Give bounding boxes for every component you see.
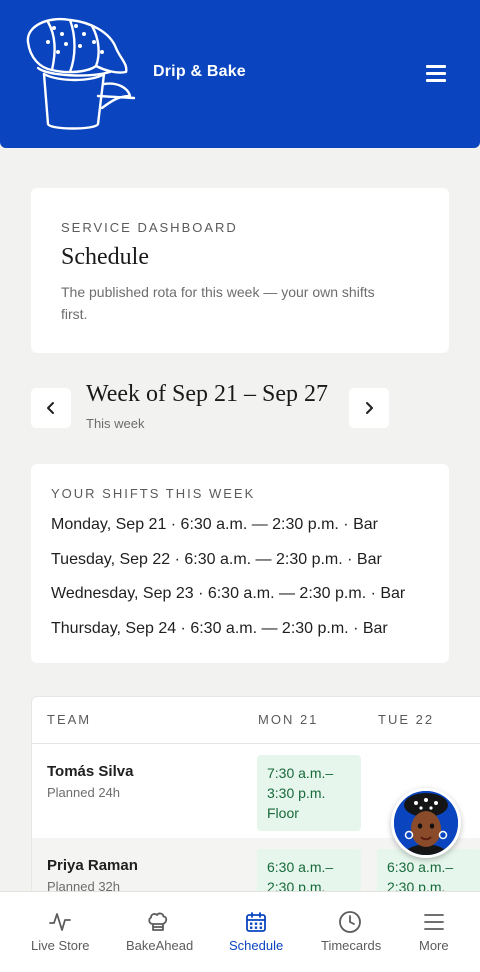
menu-icon xyxy=(424,914,444,930)
shift-role: Floor xyxy=(267,805,299,821)
chevron-left-icon xyxy=(47,402,54,414)
chevron-right-icon xyxy=(366,402,373,414)
shift-time-start: 7:30 a.m.– xyxy=(267,765,334,781)
my-shift-item: Wednesday, Sep 23 · 6:30 a.m. — 2:30 p.m… xyxy=(51,585,406,602)
tab-label: BakeAhead xyxy=(126,938,194,953)
tab-label: More xyxy=(419,938,449,953)
tab-label: Timecards xyxy=(321,938,382,953)
column-header-mon: MON 21 xyxy=(258,712,319,727)
bottom-tab-bar: Live Store BakeAhead Schedule Timecards xyxy=(0,891,480,972)
brand-name: Drip & Bake xyxy=(153,63,246,80)
tab-label: Schedule xyxy=(229,938,284,953)
page-title: Schedule xyxy=(61,244,149,270)
team-member-name: Priya Raman xyxy=(47,857,138,874)
menu-icon-bar xyxy=(426,72,446,75)
clock-icon xyxy=(339,911,361,933)
tab-schedule[interactable]: Schedule xyxy=(220,892,296,972)
hamburger-menu-button[interactable] xyxy=(426,63,448,83)
shift-time-start: 6:30 a.m.– xyxy=(267,859,334,875)
team-member-name: Tomás Silva xyxy=(47,763,134,780)
tab-timecards[interactable]: Timecards xyxy=(312,892,388,972)
week-title: Week of Sep 21 – Sep 27 xyxy=(86,381,329,407)
calendar-icon xyxy=(246,912,266,932)
week-subtitle: This week xyxy=(86,416,145,431)
tab-live-store[interactable]: Live Store xyxy=(20,892,96,972)
chef-hat-icon xyxy=(148,912,168,931)
shift-chip[interactable]: 7:30 a.m.– 3:30 p.m. Floor xyxy=(257,755,361,831)
column-header-tue: TUE 22 xyxy=(378,712,435,727)
activity-icon xyxy=(49,913,71,931)
menu-icon-bar xyxy=(426,65,446,68)
page-description: The published rota for this week — your … xyxy=(61,284,375,322)
team-member-planned-hours: Planned 24h xyxy=(47,785,121,800)
croissant-cup-logo xyxy=(26,17,136,130)
my-shift-item: Monday, Sep 21 · 6:30 a.m. — 2:30 p.m. ·… xyxy=(51,516,378,533)
avatar-illustration xyxy=(394,791,458,855)
tab-bakeahead[interactable]: BakeAhead xyxy=(120,892,196,972)
app-header: Drip & Bake xyxy=(0,0,480,148)
shift-time-end: 3:30 p.m. xyxy=(267,785,326,801)
header-divider xyxy=(32,743,480,744)
column-header-team: TEAM xyxy=(47,712,92,727)
my-shift-item: Thursday, Sep 24 · 6:30 a.m. — 2:30 p.m.… xyxy=(51,620,388,637)
previous-week-button[interactable] xyxy=(31,388,71,428)
tab-label: Live Store xyxy=(31,938,90,953)
shift-time-start: 6:30 a.m.– xyxy=(387,859,454,875)
my-shift-item: Tuesday, Sep 22 · 6:30 a.m. — 2:30 p.m. … xyxy=(51,551,382,568)
user-avatar-button[interactable] xyxy=(391,788,461,858)
menu-icon-bar xyxy=(426,79,446,82)
intro-eyebrow: SERVICE DASHBOARD xyxy=(61,220,238,235)
next-week-button[interactable] xyxy=(349,388,389,428)
tab-more[interactable]: More xyxy=(410,892,460,972)
my-shifts-eyebrow: YOUR SHIFTS THIS WEEK xyxy=(51,486,256,501)
